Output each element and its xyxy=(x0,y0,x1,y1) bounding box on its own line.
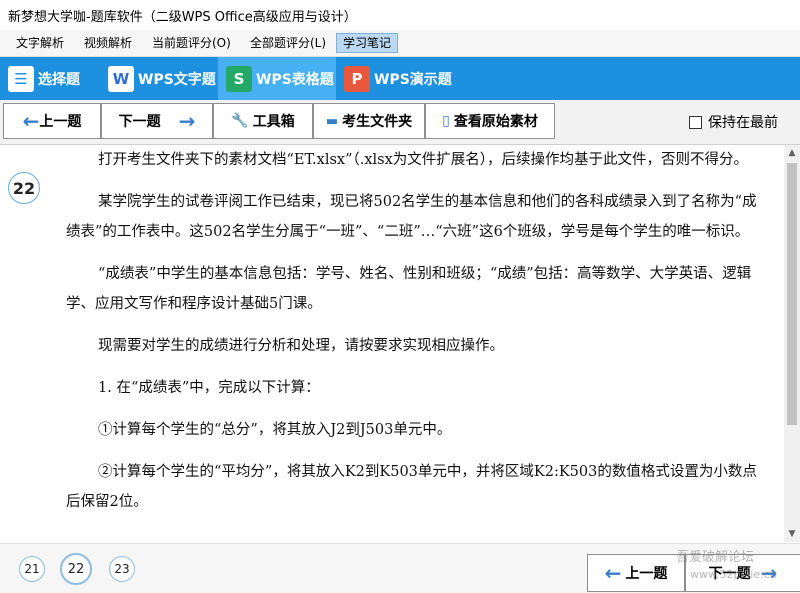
scroll-down-icon[interactable]: ▼ xyxy=(784,526,800,542)
checkbox-box[interactable] xyxy=(689,115,702,129)
category-label: 选择题 xyxy=(38,71,80,88)
view-material-button[interactable]: ▯ 查看原始素材 xyxy=(425,103,555,139)
student-folder-button[interactable]: ▬ 考生文件夹 xyxy=(313,103,425,139)
category-label: WPS文字题 xyxy=(138,71,216,88)
question-paragraph: ②计算每个学生的“平均分”，将其放入K2到K503单元中，并将区域K2:K503… xyxy=(66,464,757,510)
wps-spreadsheet-icon: S xyxy=(226,65,252,92)
arrow-left-icon: ← xyxy=(22,109,40,133)
watermark-url: www.52pojie.cn xyxy=(690,568,777,581)
checklist-icon: ☰ xyxy=(8,65,34,92)
button-label: 上一题 xyxy=(39,114,82,130)
button-label: 下一题 xyxy=(118,114,161,130)
wps-writer-icon: W xyxy=(108,65,134,92)
button-label: 查看原始素材 xyxy=(453,114,538,130)
question-content: 打开考生文件夹下的素材文档“ET.xlsx”（.xlsx为文件扩展名），后续操作… xyxy=(66,145,766,542)
bottom-bar: 21 22 23 ← 上一题 下一题 → 吾爱破解论坛 www.52pojie.… xyxy=(0,543,800,593)
question-paragraph: 1. 在“成绩表”中，完成以下计算： xyxy=(98,380,320,396)
category-label: WPS表格题 xyxy=(256,71,334,88)
menu-bar: 文字解析 视频解析 当前题评分(O) 全部题评分(L) 学习笔记 xyxy=(0,30,800,57)
menu-text-analysis[interactable]: 文字解析 xyxy=(10,34,70,52)
document-icon: ▯ xyxy=(442,113,450,129)
question-paragraph: ①计算每个学生的“总分”，将其放入J2到J503单元中。 xyxy=(98,422,452,438)
category-choice[interactable]: ☰ 选择题 xyxy=(0,57,100,100)
next-question-button[interactable]: 下一题 → xyxy=(101,103,213,139)
question-paragraph: “成绩表”中学生的基本信息包括：学号、姓名、性别和班级；“成绩”包括：高等数学、… xyxy=(66,266,752,312)
button-label: 考生文件夹 xyxy=(342,114,413,130)
toolbar: ← 上一题 下一题 → 🔧 工具箱 ▬ 考生文件夹 ▯ 查看原始素材 保持在最前 xyxy=(0,100,800,145)
button-label: 工具箱 xyxy=(252,114,295,130)
page-23-button[interactable]: 23 xyxy=(109,556,135,582)
toolbox-button[interactable]: 🔧 工具箱 xyxy=(213,103,313,139)
category-wps-spreadsheet[interactable]: S WPS表格题 xyxy=(218,57,336,100)
page-22-button[interactable]: 22 xyxy=(60,553,92,585)
wps-presentation-icon: P xyxy=(344,65,370,92)
menu-video-analysis[interactable]: 视频解析 xyxy=(78,34,138,52)
folder-icon: ▬ xyxy=(325,113,339,129)
category-wps-presentation[interactable]: P WPS演示题 xyxy=(336,57,456,100)
menu-study-notes[interactable]: 学习笔记 xyxy=(336,33,399,53)
watermark-title: 吾爱破解论坛 xyxy=(676,550,755,565)
question-paragraph: 打开考生文件夹下的素材文档“ET.xlsx”（.xlsx为文件扩展名），后续操作… xyxy=(98,152,749,168)
category-bar: ☰ 选择题 W WPS文字题 S WPS表格题 P WPS演示题 xyxy=(0,57,800,100)
page-21-button[interactable]: 21 xyxy=(19,556,45,582)
button-label: 上一题 xyxy=(625,566,668,582)
prev-question-button[interactable]: ← 上一题 xyxy=(3,103,101,139)
menu-score-all[interactable]: 全部题评分(L) xyxy=(244,34,332,52)
window-title: 新梦想大学咖-题库软件（二级WPS Office高级应用与设计） xyxy=(8,10,357,25)
arrow-left-icon: ← xyxy=(604,561,622,585)
title-bar: 新梦想大学咖-题库软件（二级WPS Office高级应用与设计） xyxy=(0,0,800,30)
scroll-up-icon[interactable]: ▲ xyxy=(784,145,800,161)
category-wps-writer[interactable]: W WPS文字题 xyxy=(100,57,218,100)
question-paragraph: 某学院学生的试卷评阅工作已结束，现已将502名学生的基本信息和他们的各科成绩录入… xyxy=(66,194,757,240)
keep-on-top-checkbox[interactable]: 保持在最前 xyxy=(689,112,778,132)
bottom-prev-button[interactable]: ← 上一题 xyxy=(587,554,685,592)
checkbox-label: 保持在最前 xyxy=(708,115,778,131)
arrow-right-icon: → xyxy=(178,109,196,133)
question-number-badge: 22 xyxy=(8,172,40,204)
vertical-scrollbar[interactable]: ▲ ▼ xyxy=(784,145,800,542)
wrench-icon: 🔧 xyxy=(231,113,249,129)
category-label: WPS演示题 xyxy=(374,71,452,88)
menu-score-current[interactable]: 当前题评分(O) xyxy=(146,34,237,52)
question-paragraph: 现需要对学生的成绩进行分析和处理，请按要求实现相应操作。 xyxy=(98,338,504,354)
scrollbar-thumb[interactable] xyxy=(787,163,797,425)
